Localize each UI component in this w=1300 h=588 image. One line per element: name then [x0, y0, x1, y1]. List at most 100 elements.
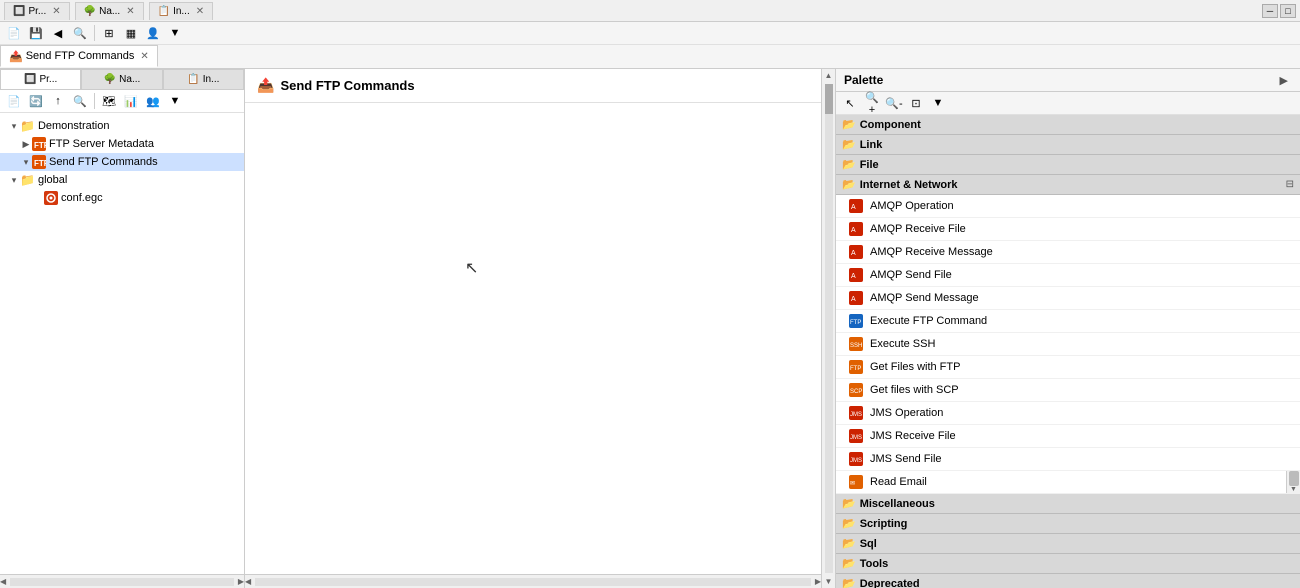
palette-item-jms-send-file[interactable]: JMS JMS Send File	[836, 448, 1300, 471]
tree-new-button[interactable]: 📄	[4, 92, 24, 110]
tree-item-global[interactable]: ▾ 📁 global	[0, 171, 244, 189]
main-tab-close[interactable]: ✕	[140, 51, 148, 62]
main-tab-send-ftp[interactable]: 📤 Send FTP Commands ✕	[0, 45, 158, 67]
palette-item-amqp-send-message[interactable]: A AMQP Send Message	[836, 287, 1300, 310]
center-vscroll[interactable]: ▲ ▼	[821, 69, 835, 588]
palette-item-jms-operation[interactable]: JMS JMS Operation	[836, 402, 1300, 425]
palette-section-link[interactable]: 📂 Link	[836, 135, 1300, 155]
new-file-button[interactable]: 📄	[4, 24, 24, 42]
palette-zoom-out-button[interactable]: 🔍-	[884, 94, 904, 112]
dropdown-button[interactable]: ▼	[165, 24, 185, 42]
left-tab-pr[interactable]: 🔲 Pr...	[0, 69, 81, 89]
center-vscroll-track[interactable]	[825, 84, 833, 573]
left-scroll-track[interactable]	[10, 578, 234, 586]
tree-dropdown-button[interactable]: ▼	[165, 92, 185, 110]
amqp-send-message-icon: A	[848, 290, 864, 306]
tab-pr-close[interactable]: ✕	[52, 6, 60, 17]
tree-toggle-send-ftp[interactable]: ▾	[20, 157, 32, 168]
palette-section-component[interactable]: 📂 Component	[836, 115, 1300, 135]
palette-section-internet[interactable]: 📂 Internet & Network ⊟	[836, 175, 1300, 195]
palette-title: Palette	[844, 73, 883, 87]
palette-zoom-in-button[interactable]: 🔍+	[862, 94, 882, 112]
center-hscroll[interactable]: ◀ ▶	[245, 574, 821, 588]
center-header-icon: 📤	[257, 77, 274, 94]
save-button[interactable]: 💾	[26, 24, 46, 42]
center-vscroll-thumb[interactable]	[825, 84, 833, 114]
tree-icon2-button[interactable]: 📊	[121, 92, 141, 110]
center-canvas[interactable]: ↖	[245, 103, 821, 574]
left-tab-na[interactable]: 🌳 Na...	[81, 69, 162, 89]
tab-pr[interactable]: 🔲 Pr... ✕	[4, 2, 70, 20]
palette-item-read-email[interactable]: ✉ Read Email ▼	[836, 471, 1300, 494]
palette-item-jms-operation-label: JMS Operation	[870, 407, 943, 419]
search-button[interactable]: 🔍	[70, 24, 90, 42]
tree-label-conf: conf.egc	[61, 192, 103, 204]
tree-item-conf-egc[interactable]: conf.egc	[0, 189, 244, 207]
tab-na[interactable]: 🌳 Na... ✕	[75, 2, 144, 20]
minimize-button[interactable]: ─	[1262, 4, 1278, 18]
tree-item-ftp-server-metadata[interactable]: ▶ FTP FTP Server Metadata	[0, 135, 244, 153]
palette-section-file[interactable]: 📂 File	[836, 155, 1300, 175]
left-tab-in[interactable]: 📋 In...	[163, 69, 244, 89]
palette-section-internet-expand[interactable]: ⊟	[1286, 179, 1294, 190]
svg-text:A: A	[851, 250, 856, 257]
jms-operation-icon: JMS	[848, 405, 864, 421]
tree-refresh-button[interactable]: 🔄	[26, 92, 46, 110]
maximize-button[interactable]: □	[1280, 4, 1296, 18]
palette-item-get-files-ftp-label: Get Files with FTP	[870, 361, 960, 373]
palette-item-amqp-receive-file[interactable]: A AMQP Receive File	[836, 218, 1300, 241]
palette-section-tools[interactable]: 📂 Tools	[836, 554, 1300, 574]
tree-toggle-demonstration[interactable]: ▾	[8, 121, 20, 132]
palette-item-amqp-operation[interactable]: A AMQP Operation	[836, 195, 1300, 218]
tree-item-send-ftp-commands[interactable]: ▾ FTP Send FTP Commands	[0, 153, 244, 171]
tree-item-demonstration[interactable]: ▾ 📁 Demonstration	[0, 117, 244, 135]
center-vscroll-up[interactable]: ▲	[823, 69, 835, 82]
user-button[interactable]: 👤	[143, 24, 163, 42]
table-button[interactable]: ▦	[121, 24, 141, 42]
palette-item-jms-receive-file-label: JMS Receive File	[870, 430, 956, 442]
palette-item-execute-ssh[interactable]: SSH Execute SSH	[836, 333, 1300, 356]
center-scroll-left-arrow[interactable]: ◀	[245, 577, 251, 586]
tree-toggle-global[interactable]: ▾	[8, 175, 20, 186]
palette-item-get-files-ftp[interactable]: FTP Get Files with FTP	[836, 356, 1300, 379]
svg-text:FTP: FTP	[34, 159, 46, 168]
palette-item-amqp-receive-message[interactable]: A AMQP Receive Message	[836, 241, 1300, 264]
palette-item-amqp-send-file-label: AMQP Send File	[870, 269, 952, 281]
palette-item-amqp-send-file[interactable]: A AMQP Send File	[836, 264, 1300, 287]
palette-item-jms-receive-file[interactable]: JMS JMS Receive File	[836, 425, 1300, 448]
palette-cursor-button[interactable]: ↖	[840, 94, 860, 112]
palette-content[interactable]: 📂 Component 📂 Link 📂 File 📂 Internet & N…	[836, 115, 1300, 588]
svg-text:JMS: JMS	[850, 435, 862, 441]
tab-na-close[interactable]: ✕	[126, 6, 134, 17]
palette-more-button[interactable]: ▼	[928, 94, 948, 112]
back-button[interactable]: ◀	[48, 24, 68, 42]
tree-up-button[interactable]: ↑	[48, 92, 68, 110]
palette-section-component-label: Component	[860, 119, 921, 131]
tree-toggle-ftp-metadata[interactable]: ▶	[20, 139, 32, 150]
palette-item-get-files-scp[interactable]: SCP Get files with SCP	[836, 379, 1300, 402]
tab-in[interactable]: 📋 In... ✕	[149, 2, 214, 20]
palette-section-scripting[interactable]: 📂 Scripting	[836, 514, 1300, 534]
palette-expand-button[interactable]: ▶	[1276, 74, 1292, 87]
tab-in-close[interactable]: ✕	[196, 6, 204, 17]
palette-section-sql[interactable]: 📂 Sql	[836, 534, 1300, 554]
center-scroll-track[interactable]	[255, 578, 811, 586]
palette-section-misc[interactable]: 📂 Miscellaneous	[836, 494, 1300, 514]
tree-icon1-button[interactable]: 🗺	[99, 92, 119, 110]
tree-view[interactable]: ▾ 📁 Demonstration ▶ FTP FTP Server Metad…	[0, 113, 244, 574]
amqp-receive-message-icon: A	[848, 244, 864, 260]
tree-label-ftp-metadata: FTP Server Metadata	[49, 138, 154, 150]
palette-item-execute-ftp[interactable]: FTP Execute FTP Command	[836, 310, 1300, 333]
palette-zoom-fit-button[interactable]: ⊡	[906, 94, 926, 112]
left-hscroll[interactable]: ◀ ▶	[0, 574, 244, 588]
left-scroll-left-arrow[interactable]: ◀	[0, 577, 6, 586]
grid-button[interactable]: ⊞	[99, 24, 119, 42]
title-bar-tabs: 🔲 Pr... ✕ 🌳 Na... ✕ 📋 In... ✕	[4, 2, 214, 20]
left-scroll-right-arrow[interactable]: ▶	[238, 577, 244, 586]
tree-search-button[interactable]: 🔍	[70, 92, 90, 110]
amqp-receive-file-icon: A	[848, 221, 864, 237]
tree-icon3-button[interactable]: 👥	[143, 92, 163, 110]
palette-section-deprecated[interactable]: 📂 Deprecated	[836, 574, 1300, 588]
center-vscroll-down[interactable]: ▼	[823, 575, 835, 588]
palette-section-misc-label: Miscellaneous	[860, 498, 935, 510]
